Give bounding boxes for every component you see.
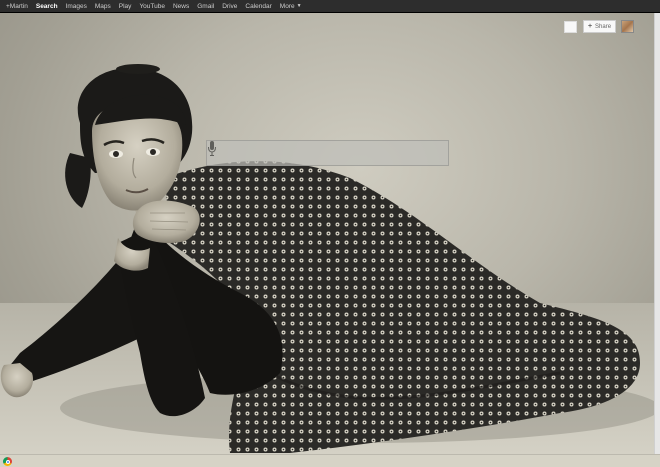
nav-item-search[interactable]: Search — [32, 0, 62, 13]
nav-item-drive[interactable]: Drive — [218, 0, 241, 13]
nav-item-maps[interactable]: Maps — [91, 0, 115, 13]
nav-item-images[interactable]: Images — [62, 0, 91, 13]
search-box[interactable] — [206, 140, 449, 166]
background-photo — [0, 13, 654, 454]
nav-item-more[interactable]: More — [276, 0, 295, 13]
nav-item-calendar[interactable]: Calendar — [241, 0, 275, 13]
nav-item-more-wrapper[interactable]: More ▼ — [276, 0, 302, 13]
nav-item-play[interactable]: Play — [115, 0, 136, 13]
plus-icon: + — [587, 23, 593, 30]
microphone-icon[interactable] — [207, 141, 217, 156]
nav-item-news[interactable]: News — [169, 0, 193, 13]
bottom-bar — [0, 454, 660, 467]
nav-item-youtube[interactable]: YouTube — [135, 0, 169, 13]
avatar[interactable] — [621, 20, 634, 33]
nav-item-gmail[interactable]: Gmail — [193, 0, 218, 13]
share-button[interactable]: + Share — [583, 20, 616, 33]
portrait-illustration — [0, 64, 654, 454]
nav-item-profile[interactable]: +Martin — [0, 0, 32, 13]
share-label: Share — [595, 23, 612, 30]
notifications-button[interactable] — [564, 21, 577, 33]
chrome-logo-icon[interactable] — [3, 457, 12, 466]
scrollbar[interactable] — [654, 13, 660, 454]
google-bar: +Martin Search Images Maps Play YouTube … — [0, 0, 660, 13]
caret-down-icon: ▼ — [296, 3, 302, 9]
search-input[interactable] — [213, 145, 427, 163]
